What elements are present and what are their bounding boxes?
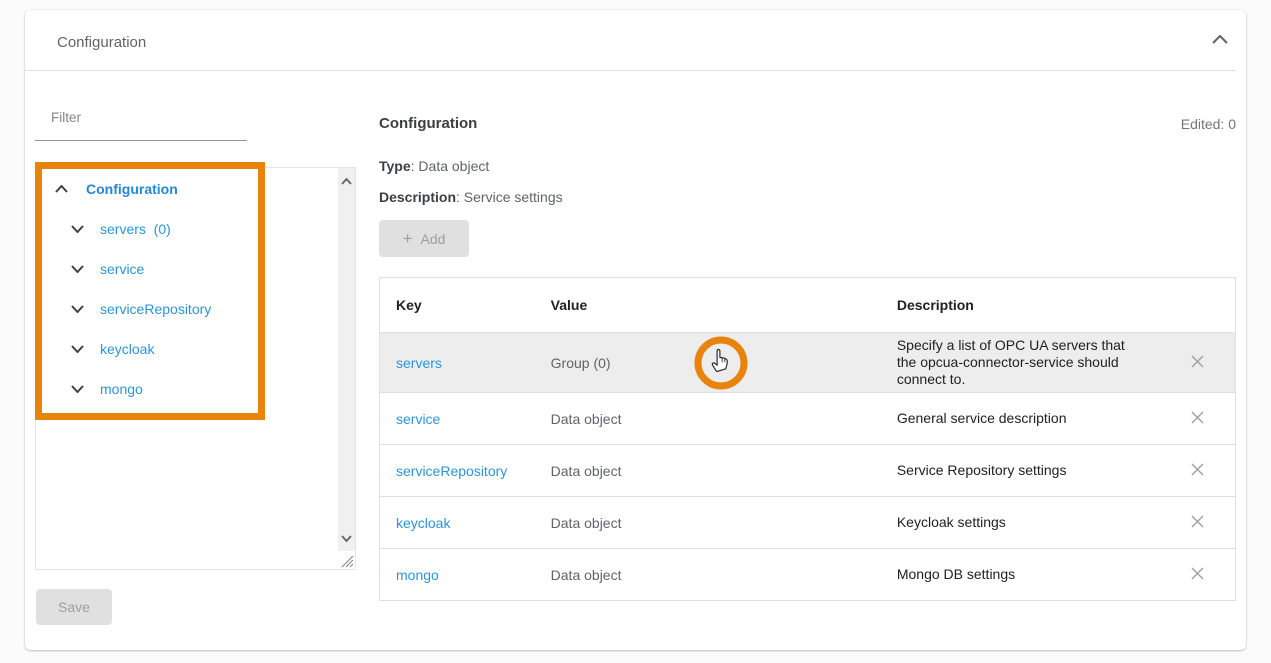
chevron-down-icon[interactable] bbox=[69, 301, 85, 317]
row-value: Group (0) bbox=[535, 355, 881, 371]
tree-node-configuration[interactable]: Configuration bbox=[36, 177, 178, 201]
row-value: Data object bbox=[535, 567, 881, 583]
row-key-link[interactable]: service bbox=[396, 411, 440, 427]
table-row-keycloak[interactable]: keycloak Data object Keycloak settings bbox=[380, 496, 1235, 548]
type-label: Type bbox=[379, 158, 411, 174]
row-description: Specify a list of OPC UA servers that th… bbox=[897, 337, 1145, 388]
row-key-link[interactable]: mongo bbox=[396, 567, 439, 583]
tree-node-keycloak[interactable]: keycloak bbox=[36, 337, 154, 361]
row-value: Data object bbox=[535, 411, 881, 427]
tree-node-label: service bbox=[100, 261, 144, 277]
config-tree: Configuration servers (0) service servic… bbox=[35, 167, 356, 570]
tree-node-label: servers (0) bbox=[100, 221, 171, 237]
resize-grip-icon[interactable] bbox=[339, 553, 354, 568]
chevron-down-icon[interactable] bbox=[69, 221, 85, 237]
edited-count: Edited: 0 bbox=[1181, 116, 1236, 132]
table-header-row: Key Value Description bbox=[380, 278, 1235, 332]
tree-node-servicerepository[interactable]: serviceRepository bbox=[36, 297, 211, 321]
description-separator: : bbox=[456, 189, 464, 205]
table-row-service[interactable]: service Data object General service desc… bbox=[380, 392, 1235, 444]
delete-row-button[interactable] bbox=[1186, 407, 1210, 431]
save-button[interactable]: Save bbox=[36, 589, 112, 625]
close-icon bbox=[1189, 513, 1206, 533]
configuration-card: Configuration Filter Configuration serve… bbox=[25, 10, 1246, 650]
tree-node-servers[interactable]: servers (0) bbox=[36, 217, 171, 241]
chevron-up-icon bbox=[1212, 31, 1228, 49]
column-header-key: Key bbox=[380, 297, 535, 313]
tree-node-label: mongo bbox=[100, 381, 143, 397]
tree-node-mongo[interactable]: mongo bbox=[36, 377, 143, 401]
filter-input[interactable] bbox=[35, 120, 247, 141]
tree-node-label: serviceRepository bbox=[100, 301, 211, 317]
column-header-value: Value bbox=[535, 297, 881, 313]
row-description: Keycloak settings bbox=[897, 514, 1145, 531]
close-icon bbox=[1189, 353, 1206, 373]
collapse-panel-button[interactable] bbox=[1208, 28, 1232, 52]
row-description: Service Repository settings bbox=[897, 462, 1145, 479]
delete-row-button[interactable] bbox=[1186, 351, 1210, 375]
table-row-mongo[interactable]: mongo Data object Mongo DB settings bbox=[380, 548, 1235, 600]
row-description: General service description bbox=[897, 410, 1145, 427]
column-header-description: Description bbox=[881, 297, 1160, 313]
plus-icon: + bbox=[403, 229, 413, 249]
card-title: Configuration bbox=[57, 34, 146, 51]
tree-node-service[interactable]: service bbox=[36, 257, 144, 281]
tree-node-label: keycloak bbox=[100, 341, 154, 357]
table-row-servers[interactable]: servers Group (0) Specify a list of OPC … bbox=[380, 332, 1235, 392]
chevron-down-icon[interactable] bbox=[69, 261, 85, 277]
selected-node-title: Configuration bbox=[379, 115, 477, 132]
type-line: Type: Data object bbox=[379, 158, 489, 174]
delete-row-button[interactable] bbox=[1186, 459, 1210, 483]
header-divider bbox=[25, 70, 1236, 71]
row-value: Data object bbox=[535, 463, 881, 479]
scroll-down-icon[interactable] bbox=[341, 529, 352, 547]
close-icon bbox=[1189, 461, 1206, 481]
properties-table: Key Value Description servers Group (0) … bbox=[379, 277, 1236, 601]
row-description: Mongo DB settings bbox=[897, 566, 1145, 583]
table-row-servicerepository[interactable]: serviceRepository Data object Service Re… bbox=[380, 444, 1235, 496]
close-icon bbox=[1189, 409, 1206, 429]
add-button[interactable]: + Add bbox=[379, 220, 469, 257]
row-key-link[interactable]: servers bbox=[396, 355, 442, 371]
delete-row-button[interactable] bbox=[1186, 511, 1210, 535]
row-key-link[interactable]: serviceRepository bbox=[396, 463, 507, 479]
chevron-down-icon[interactable] bbox=[69, 381, 85, 397]
tree-scrollbar[interactable] bbox=[338, 168, 355, 551]
add-button-label: Add bbox=[421, 231, 446, 247]
chevron-down-icon[interactable] bbox=[69, 341, 85, 357]
tree-node-label: Configuration bbox=[86, 181, 178, 197]
row-key-link[interactable]: keycloak bbox=[396, 515, 450, 531]
description-line: Description: Service settings bbox=[379, 189, 563, 205]
type-value: Data object bbox=[418, 158, 489, 174]
description-label: Description bbox=[379, 189, 456, 205]
close-icon bbox=[1189, 565, 1206, 585]
row-value: Data object bbox=[535, 515, 881, 531]
scroll-up-icon[interactable] bbox=[341, 172, 352, 190]
chevron-up-icon[interactable] bbox=[53, 181, 69, 197]
delete-row-button[interactable] bbox=[1186, 563, 1210, 587]
description-value: Service settings bbox=[464, 189, 563, 205]
